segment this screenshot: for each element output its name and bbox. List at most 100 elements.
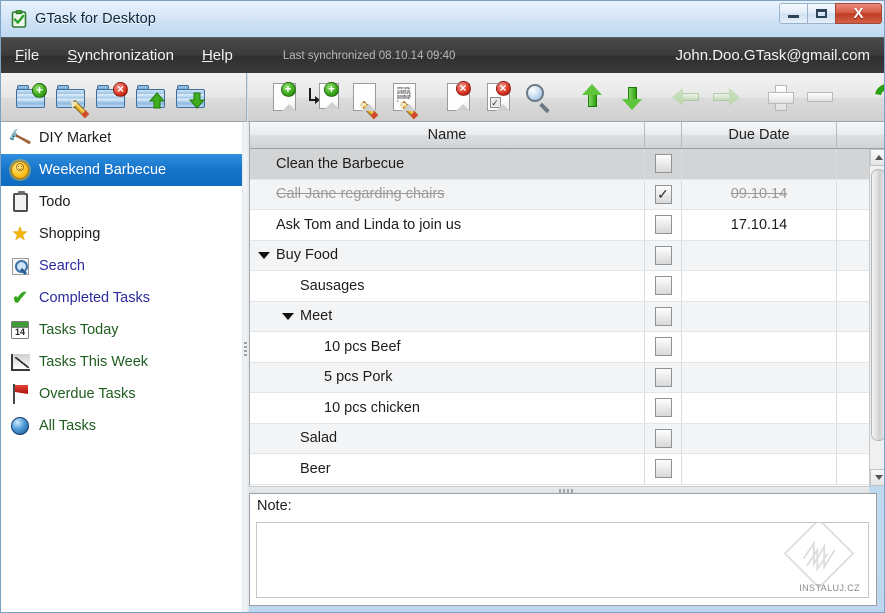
search-task-button[interactable] [518, 77, 558, 117]
sidebar-item-tasks-this-week[interactable]: Tasks This Week [1, 346, 246, 378]
menu-help[interactable]: Help [188, 47, 247, 64]
menu-file[interactable]: File [1, 47, 53, 64]
task-filler-cell [837, 362, 871, 392]
sidebar-item-todo[interactable]: Todo [1, 186, 246, 218]
add-list-button[interactable]: + [11, 77, 51, 117]
sidebar-item-weekend-barbecue[interactable]: Weekend Barbecue [1, 154, 246, 186]
sidebar-item-diy-market[interactable]: 🔨 DIY Market [1, 122, 246, 154]
edit-task-note-button[interactable]: lorem ipsum dolor sit amet cons ect adip… [384, 77, 424, 120]
table-row[interactable]: 10 pcs Beef [250, 332, 884, 363]
task-name-label: Buy Food [276, 247, 339, 264]
move-list-down-button[interactable] [171, 77, 211, 117]
task-filler-cell [837, 454, 871, 484]
task-checkbox-cell[interactable] [645, 301, 682, 331]
chevron-down-icon[interactable] [282, 312, 294, 320]
table-row[interactable]: Beer [250, 454, 884, 485]
close-button[interactable]: X [835, 3, 882, 24]
last-synchronized-status: Last synchronized 08.10.14 09:40 [282, 49, 456, 62]
scroll-down-button[interactable] [870, 469, 884, 486]
task-filler-cell [837, 179, 871, 209]
scrollbar-thumb[interactable] [871, 169, 884, 441]
sidebar-item-completed-tasks[interactable]: ✔ Completed Tasks [1, 282, 246, 314]
folder-edit-icon [56, 85, 90, 119]
delete-completed-button[interactable]: ✓ × [478, 77, 518, 117]
new-subtask-button[interactable]: + [304, 77, 344, 117]
checkbox-unchecked-icon[interactable] [654, 306, 672, 326]
task-filler-cell [837, 301, 871, 331]
synchronize-button[interactable] [868, 77, 884, 117]
note-label: Note: [257, 498, 292, 514]
sidebar-item-overdue-tasks[interactable]: Overdue Tasks [1, 378, 246, 410]
sidebar-item-search[interactable]: Search [1, 250, 246, 282]
collapse-all-button[interactable] [800, 77, 840, 117]
sidebar-item-label: DIY Market [39, 130, 112, 146]
expand-all-button[interactable] [760, 77, 800, 117]
checkbox-unchecked-icon[interactable] [654, 398, 672, 418]
outdent-task-button[interactable] [666, 77, 706, 117]
checkbox-unchecked-icon[interactable] [654, 428, 672, 448]
sidebar-item-shopping[interactable]: ★ Shopping [1, 218, 246, 250]
chevron-down-icon[interactable] [258, 251, 270, 259]
table-row[interactable]: Clean the Barbecue [250, 149, 884, 180]
task-checkbox-cell[interactable] [645, 362, 682, 392]
task-checkbox-cell[interactable] [645, 149, 682, 179]
task-name-label: Call Jane regarding chairs [276, 186, 445, 203]
move-task-up-button[interactable] [572, 77, 612, 117]
page-delete-icon: × [446, 81, 471, 111]
task-name-cell: Call Jane regarding chairs [250, 179, 645, 209]
task-checkbox-cell[interactable] [645, 240, 682, 270]
move-list-up-button[interactable] [131, 77, 171, 117]
task-checkbox-cell[interactable]: ✓ [645, 179, 682, 209]
delete-task-button[interactable]: × [438, 77, 478, 117]
table-row[interactable]: Sausages [250, 271, 884, 302]
new-task-button[interactable]: + [264, 77, 304, 117]
sidebar-item-label: Overdue Tasks [39, 386, 136, 402]
table-row[interactable]: Meet [250, 301, 884, 332]
task-toolbar: + + lorem ipsum dolor sit amet cons ect … [248, 73, 884, 122]
task-table[interactable]: Name Due Date Clean the Barbecue Call Jan… [249, 122, 884, 486]
column-header-checkbox[interactable] [645, 122, 682, 148]
checkbox-checked-icon[interactable]: ✓ [654, 184, 672, 204]
sidebar-splitter[interactable] [242, 122, 249, 612]
task-checkbox-cell[interactable] [645, 332, 682, 362]
checkbox-unchecked-icon[interactable] [654, 245, 672, 265]
scroll-up-button[interactable] [870, 149, 884, 166]
magnifier-icon [524, 83, 552, 114]
checkbox-unchecked-icon[interactable] [654, 459, 672, 479]
calendar-14-icon: 14 [9, 319, 31, 341]
column-header-name[interactable]: Name [250, 122, 645, 148]
task-checkbox-cell[interactable] [645, 210, 682, 240]
table-row[interactable]: Buy Food [250, 240, 884, 271]
note-input[interactable]: INSTALUJ.CZ [256, 522, 869, 598]
task-checkbox-cell[interactable] [645, 454, 682, 484]
indent-task-button[interactable] [706, 77, 746, 117]
page-text-edit-icon: lorem ipsum dolor sit amet cons ect adip… [392, 83, 418, 120]
menu-help-mnemonic: H [201, 47, 213, 64]
table-row[interactable]: Call Jane regarding chairs ✓ 09.10.14 [250, 179, 884, 210]
sidebar-item-all-tasks[interactable]: All Tasks [1, 410, 246, 442]
table-row[interactable]: 10 pcs chicken [250, 393, 884, 424]
table-row[interactable]: 5 pcs Pork [250, 362, 884, 393]
delete-list-button[interactable]: × [91, 77, 131, 117]
menu-synchronization[interactable]: Synchronization [53, 47, 188, 64]
task-list-vertical-scrollbar[interactable] [869, 149, 884, 486]
maximize-button[interactable] [807, 3, 836, 24]
checkbox-unchecked-icon[interactable] [654, 276, 672, 296]
move-task-down-button[interactable] [612, 77, 652, 117]
checkbox-unchecked-icon[interactable] [654, 367, 672, 387]
sidebar-item-tasks-today[interactable]: 14 Tasks Today [1, 314, 246, 346]
edit-task-button[interactable] [344, 77, 384, 120]
checkbox-unchecked-icon[interactable] [654, 154, 672, 174]
task-checkbox-cell[interactable] [645, 423, 682, 453]
sidebar-item-label: Completed Tasks [39, 290, 150, 306]
table-row[interactable]: Salad [250, 423, 884, 454]
checkbox-unchecked-icon[interactable] [654, 337, 672, 357]
task-checkbox-cell[interactable] [645, 271, 682, 301]
table-row[interactable]: Ask Tom and Linda to join us 17.10.14 [250, 210, 884, 241]
minimize-button[interactable] [779, 3, 808, 24]
task-checkbox-cell[interactable] [645, 393, 682, 423]
column-header-due-date[interactable]: Due Date [682, 122, 837, 148]
edit-list-button[interactable] [51, 77, 91, 119]
task-list-sidebar[interactable]: 🔨 DIY Market Weekend Barbecue Todo ★ Sho… [1, 122, 247, 612]
checkbox-unchecked-icon[interactable] [654, 215, 672, 235]
